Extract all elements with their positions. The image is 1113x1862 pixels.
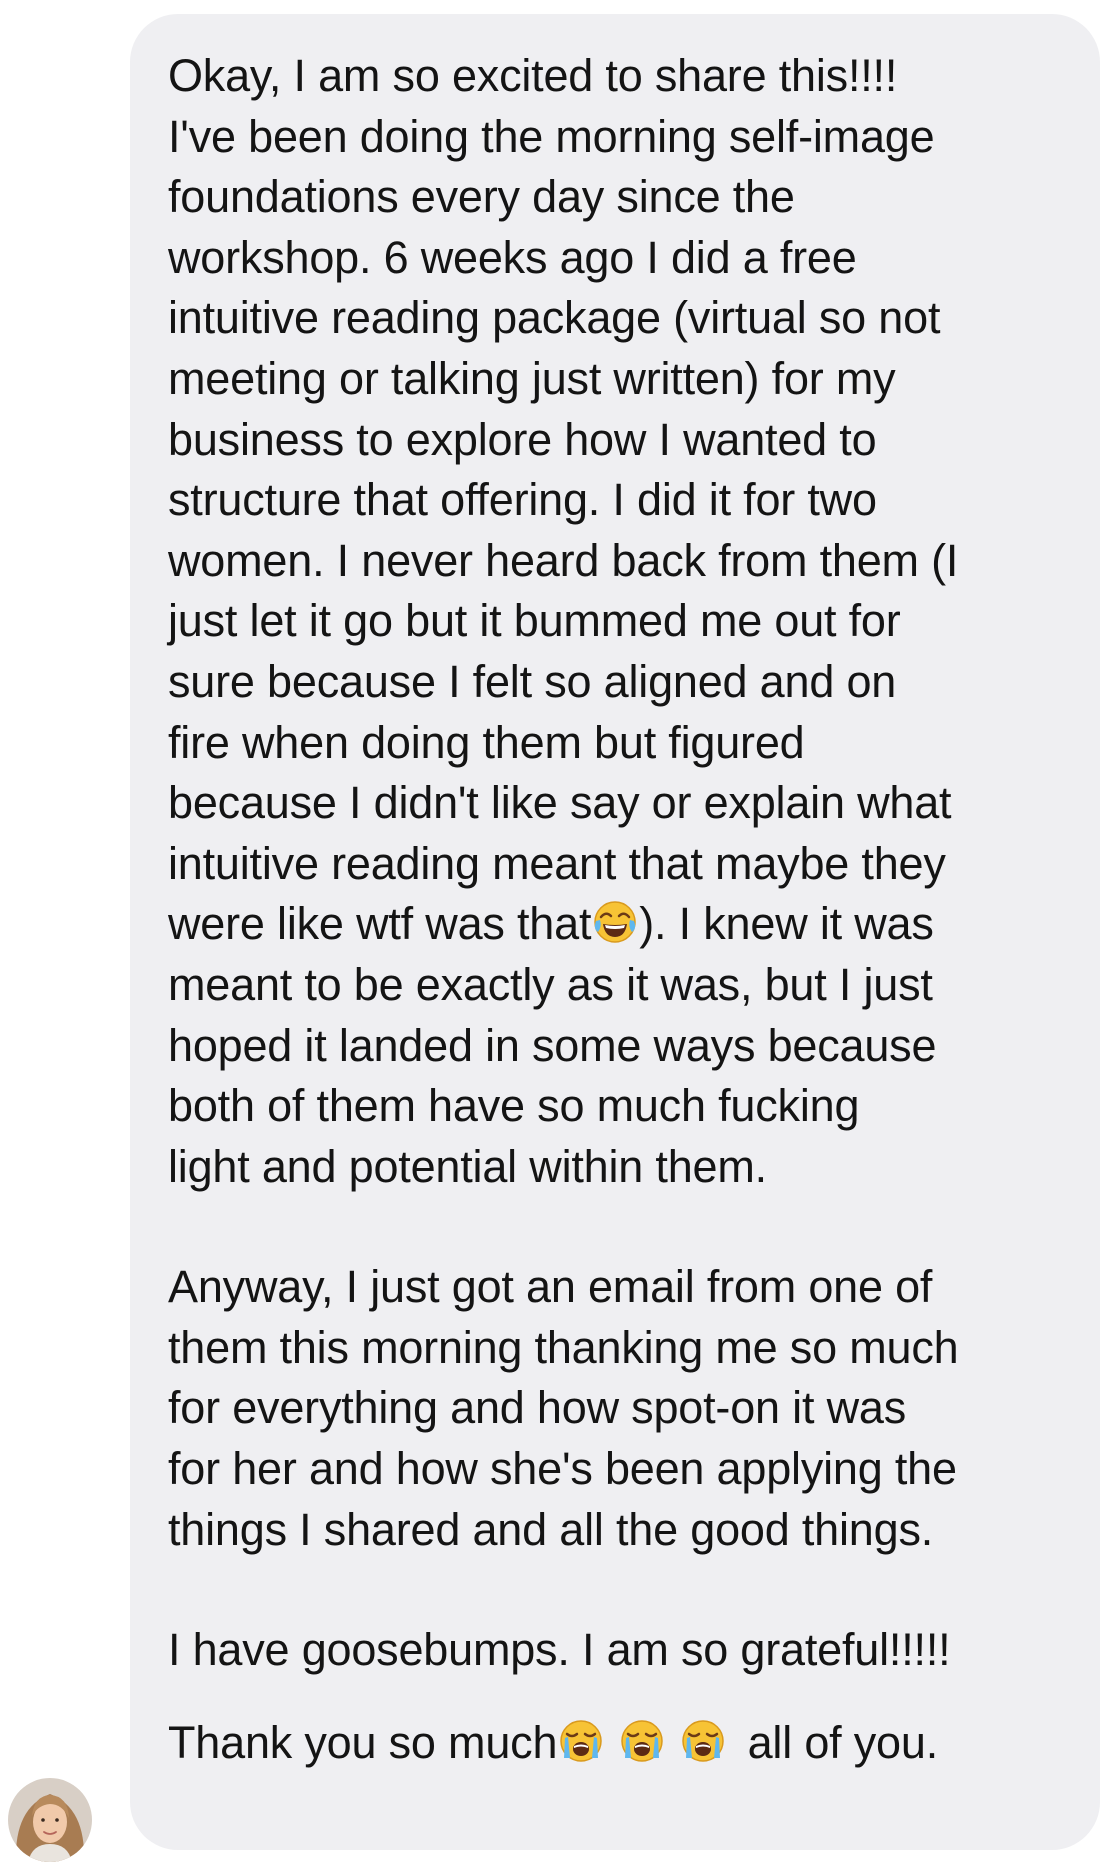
message-paragraph-2: Anyway, I just got an email from one of … xyxy=(168,1257,1070,1560)
message-line: Okay, I am so excited to share this!!!! xyxy=(168,50,898,101)
crying-face-emoji-icon xyxy=(558,1718,604,1764)
message-paragraph-3: I have goosebumps. I am so grateful!!!!! xyxy=(168,1620,1070,1681)
message-line: hoped it landed in some ways because xyxy=(168,1019,937,1071)
message-line: things I shared and all the good things. xyxy=(168,1503,934,1555)
sender-avatar[interactable] xyxy=(8,1778,92,1862)
message-line: foundations every day since the xyxy=(168,171,795,223)
crying-face-emoji-icon xyxy=(619,1718,665,1764)
message-line: structure that offering. I did it for tw… xyxy=(168,474,877,526)
message-line: women. I never heard back from them (I xyxy=(168,534,959,586)
message-line-with-emoji: were like wtf was that ). I knew it was xyxy=(168,894,1070,955)
message-text: were like wtf was that xyxy=(168,898,592,950)
crying-face-emoji-icon xyxy=(680,1718,726,1764)
message-line: for everything and how spot-on it was xyxy=(168,1382,907,1434)
message-line: because I didn't like say or explain wha… xyxy=(168,777,952,829)
message-line: I've been doing the morning self-image xyxy=(168,110,935,162)
message-line: just let it go but it bummed me out for xyxy=(168,595,901,647)
message-line: fire when doing them but figured xyxy=(168,716,805,768)
avatar-photo xyxy=(8,1778,92,1862)
message-closing: Thank you so much all of you. xyxy=(168,1713,1070,1774)
message-text: all of you. xyxy=(735,1716,939,1768)
message-line: sure because I felt so aligned and on xyxy=(168,655,897,707)
message-line: light and potential within them. xyxy=(168,1140,767,1192)
message-line: intuitive reading package (virtual so no… xyxy=(168,292,941,344)
message-line: intuitive reading meant that maybe they xyxy=(168,837,946,889)
message-text: ). I knew it was xyxy=(639,898,934,950)
message-text: Thank you so much xyxy=(168,1716,558,1768)
message-line: meant to be exactly as it was, but I jus… xyxy=(168,958,933,1010)
message-bubble[interactable]: Okay, I am so excited to share this!!!! … xyxy=(130,14,1100,1850)
message-line: business to explore how I wanted to xyxy=(168,413,877,465)
laughing-crying-emoji-icon xyxy=(592,899,638,945)
message-line: workshop. 6 weeks ago I did a free xyxy=(168,231,857,283)
message-line: them this morning thanking me so much xyxy=(168,1321,959,1373)
message-line: both of them have so much fucking xyxy=(168,1080,860,1132)
message-line-with-emoji: Thank you so much all of you. xyxy=(168,1713,1070,1774)
message-paragraph-1: Okay, I am so excited to share this!!!! … xyxy=(168,46,1070,1197)
message-line: for her and how she's been applying the xyxy=(168,1443,957,1495)
message-line: I have goosebumps. I am so grateful!!!!! xyxy=(168,1624,951,1676)
message-line: Anyway, I just got an email from one of xyxy=(168,1261,933,1313)
message-line: meeting or talking just written) for my xyxy=(168,352,896,404)
